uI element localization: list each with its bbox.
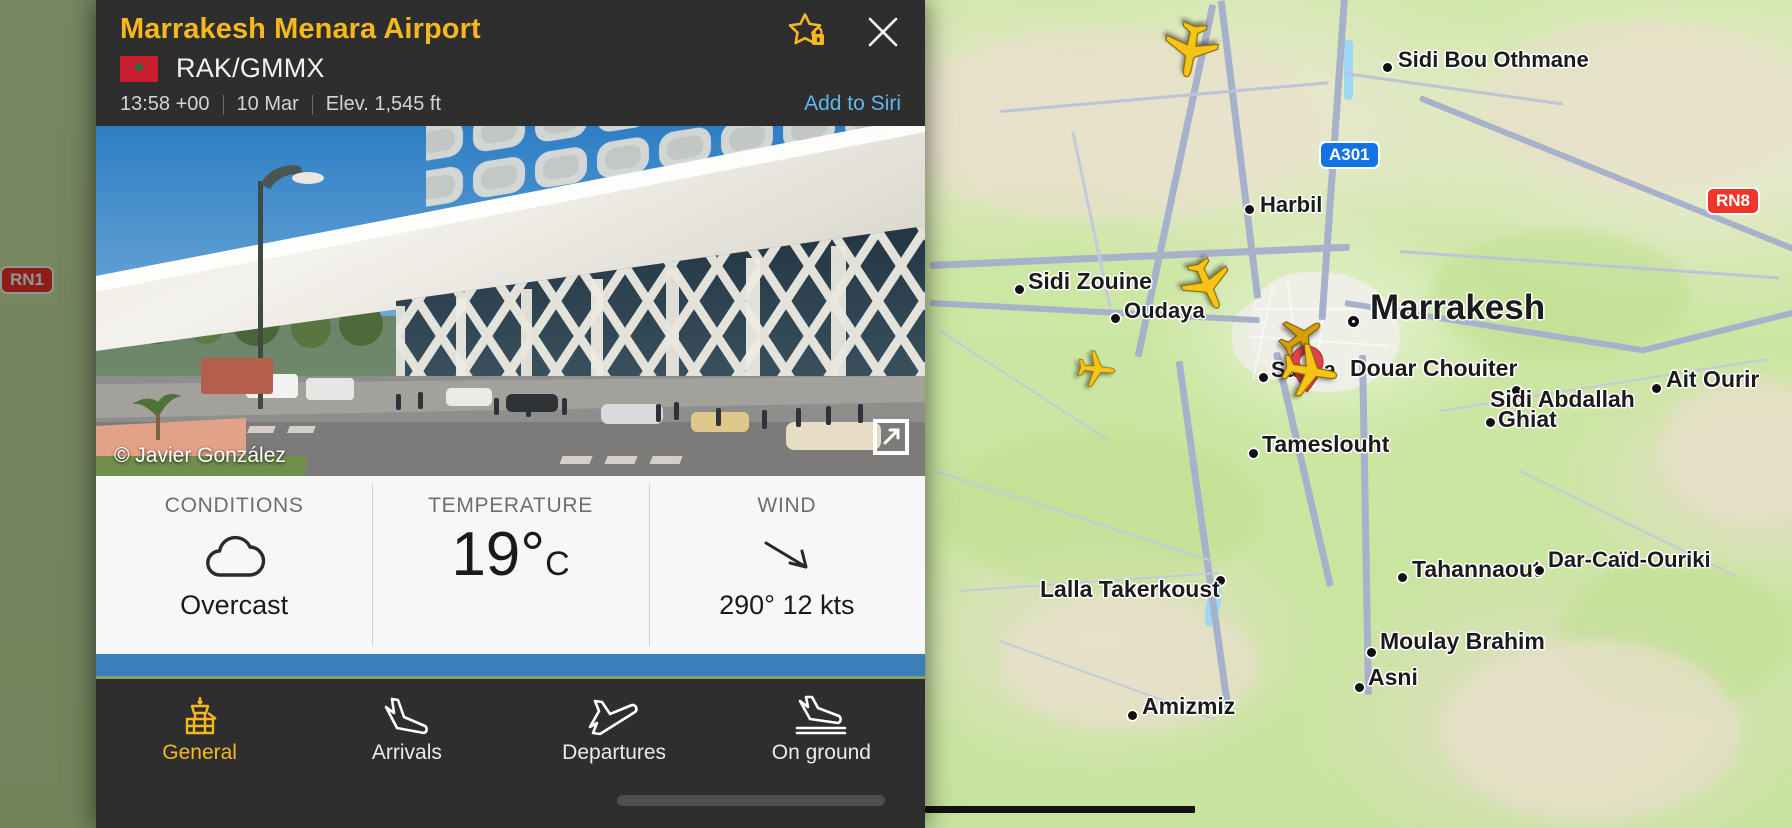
airport-photo-image — [96, 126, 925, 477]
add-to-siri-button[interactable]: Add to Siri — [804, 92, 901, 116]
close-icon[interactable] — [863, 12, 903, 57]
place-label-moulay-brahim: Moulay Brahim — [1380, 628, 1545, 654]
photo-credit: © Javier González — [114, 444, 286, 468]
star-lock-icon[interactable] — [785, 10, 829, 59]
tab-arrivals[interactable]: Arrivals — [303, 693, 510, 765]
airport-codes: RAK/GMMX — [176, 53, 325, 84]
place-dot — [1535, 566, 1544, 575]
place-label-tahannaout: Tahannaout — [1412, 556, 1541, 582]
weather-conditions: CONDITIONS Overcast — [96, 476, 372, 654]
airport-detail-panel: Marrakesh Menara Airport ✦ RAK/GMMX 13:5… — [96, 0, 925, 828]
airport-photo[interactable]: © Javier González — [96, 126, 925, 477]
aircraft-plane-southwest[interactable] — [1073, 346, 1119, 392]
temperature-label: TEMPERATURE — [428, 494, 593, 518]
app-root: Sidi Bou Othmane Harbil Sidi Zouine Ouda… — [0, 0, 1792, 828]
place-label-ghiat: Ghiat — [1498, 406, 1557, 432]
place-label-asni: Asni — [1368, 664, 1418, 690]
weather-summary: CONDITIONS Overcast TEMPERATURE 19°C WIN… — [96, 476, 925, 655]
place-label-ait-ourir: Ait Ourir — [1666, 366, 1760, 392]
elevation: Elev. 1,545 ft — [325, 93, 442, 116]
place-dot — [1249, 449, 1258, 458]
country-flag-icon: ✦ — [120, 55, 158, 82]
wind-value: 290° 12 kts — [719, 590, 855, 621]
terrain-green-patch — [940, 430, 1260, 590]
plane-arrival-icon — [380, 693, 434, 737]
road-shield-rn1[interactable]: RN1 — [0, 266, 55, 294]
place-dot — [1111, 314, 1120, 323]
place-label-marrakesh: Marrakesh — [1370, 288, 1546, 327]
temperature-number: 19° — [451, 520, 546, 590]
place-label-lalla-takerkoust: Lalla Takerkoust — [1040, 576, 1220, 602]
weather-temperature: TEMPERATURE 19°C — [372, 476, 648, 654]
conditions-label: CONDITIONS — [164, 494, 304, 518]
place-label-dar-caid-ouriki: Dar-Caïd-Ouriki — [1548, 547, 1711, 572]
conditions-value: Overcast — [180, 590, 289, 621]
place-label-sidi-zouine: Sidi Zouine — [1028, 268, 1152, 294]
place-dot-capital — [1348, 316, 1359, 327]
plane-departure-icon — [585, 693, 643, 737]
panel-accent-bar — [96, 654, 925, 677]
terrain-tan-patch — [900, 30, 1320, 220]
place-dot — [1383, 63, 1392, 72]
map-scale-bar — [925, 806, 1195, 813]
page-title: Marrakesh Menara Airport — [120, 13, 481, 45]
road-major-west — [929, 243, 1350, 269]
home-indicator[interactable] — [617, 795, 885, 806]
place-dot — [1398, 573, 1407, 582]
road-south — [1359, 354, 1372, 695]
control-tower-icon — [178, 693, 222, 737]
bottom-tab-bar: General Arrivals Departures On ground — [96, 679, 925, 828]
tab-general-label: General — [162, 741, 237, 765]
plane-on-ground-icon — [792, 693, 850, 737]
panel-header: Marrakesh Menara Airport ✦ RAK/GMMX 13:5… — [96, 0, 925, 126]
place-label-harbil: Harbil — [1260, 192, 1323, 217]
tab-departures-label: Departures — [562, 741, 667, 765]
meta-divider — [222, 94, 224, 115]
temperature-value: 19°C — [451, 524, 569, 586]
road-shield-a301[interactable]: A301 — [1319, 141, 1380, 169]
local-time: 13:58 +00 — [120, 93, 210, 116]
place-label-tameslouht: Tameslouht — [1262, 431, 1390, 457]
wind-arrow-icon — [756, 528, 818, 586]
place-dot — [1128, 711, 1137, 720]
tab-departures[interactable]: Departures — [511, 693, 718, 765]
road-shield-rn8[interactable]: RN8 — [1706, 187, 1761, 215]
aircraft-plane-north[interactable] — [1155, 13, 1227, 85]
river — [1344, 40, 1353, 100]
meta-divider — [311, 94, 313, 115]
place-dot — [1245, 205, 1254, 214]
place-dot — [1367, 648, 1376, 657]
weather-wind: WIND 290° 12 kts — [648, 476, 925, 654]
tab-on-ground-label: On ground — [771, 741, 871, 765]
expand-icon[interactable] — [871, 417, 911, 462]
flag-star-glyph: ✦ — [131, 58, 147, 80]
terrain-tan-patch — [1660, 380, 1792, 520]
wind-label: WIND — [757, 494, 817, 518]
place-dot — [1355, 683, 1364, 692]
temperature-unit: C — [545, 545, 570, 584]
place-label-sidi-bou-othmane: Sidi Bou Othmane — [1398, 47, 1589, 72]
place-label-douar-chouiter: Douar Chouiter — [1350, 355, 1518, 381]
tab-arrivals-label: Arrivals — [371, 741, 442, 765]
local-date: 10 Mar — [236, 93, 299, 116]
place-dot — [1259, 373, 1268, 382]
place-dot — [1486, 418, 1495, 427]
terrain-tan-patch — [1440, 640, 1740, 820]
airport-meta-row: 13:58 +00 10 Mar Elev. 1,545 ft — [120, 93, 901, 116]
airport-codes-row: ✦ RAK/GMMX — [120, 53, 901, 84]
tab-on-ground[interactable]: On ground — [718, 693, 925, 765]
cloud-icon — [201, 528, 267, 586]
tab-general[interactable]: General — [96, 693, 303, 765]
terrain-tan-patch — [1480, 20, 1792, 190]
header-actions — [785, 10, 903, 59]
aircraft-plane-airport-b[interactable] — [1273, 335, 1345, 407]
place-dot — [1015, 285, 1024, 294]
place-dot — [1652, 384, 1661, 393]
place-label-amizmiz: Amizmiz — [1142, 693, 1236, 719]
